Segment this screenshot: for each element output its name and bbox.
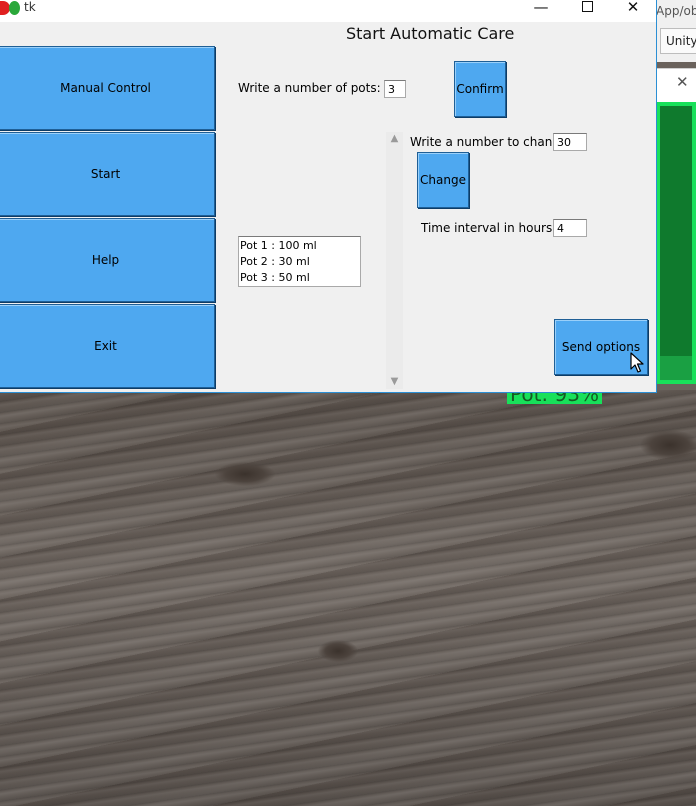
- maximize-button[interactable]: [564, 0, 610, 22]
- start-button[interactable]: Start: [0, 132, 215, 216]
- tk-feather-icon: [0, 1, 20, 15]
- detected-pot-region: [660, 356, 692, 380]
- title-bar[interactable]: tk — ✕: [0, 0, 656, 22]
- options-scrollbar[interactable]: ▲ ▼: [386, 132, 403, 389]
- background-path-text: App/ob: [656, 4, 696, 18]
- pot-volume-list[interactable]: Pot 1 : 100 ml Pot 2 : 30 ml Pot 3 : 50 …: [238, 236, 361, 287]
- pots-count-label: Write a number of pots:: [238, 81, 381, 95]
- close-button[interactable]: ✕: [610, 0, 656, 22]
- background-unity-tab[interactable]: Unity: [660, 28, 696, 54]
- manual-control-button[interactable]: Manual Control: [0, 46, 215, 130]
- help-button[interactable]: Help: [0, 218, 215, 302]
- scroll-up-icon[interactable]: ▲: [386, 132, 403, 146]
- camera-detection-box: [656, 102, 696, 384]
- time-interval-label: Time interval in hours:: [421, 221, 557, 235]
- app-window: tk — ✕ Manual Control Start Help Exit St…: [0, 0, 657, 393]
- close-icon: ✕: [626, 0, 640, 16]
- list-item[interactable]: Pot 2 : 30 ml: [240, 254, 359, 270]
- exit-button[interactable]: Exit: [0, 304, 215, 388]
- change-button[interactable]: Change: [417, 152, 469, 208]
- maximize-icon: [581, 1, 593, 12]
- minimize-button[interactable]: —: [518, 0, 564, 22]
- page-title: Start Automatic Care: [346, 24, 515, 43]
- list-item[interactable]: Pot 3 : 50 ml: [240, 270, 359, 286]
- pots-count-input[interactable]: [384, 80, 406, 98]
- scroll-down-icon[interactable]: ▼: [386, 375, 403, 389]
- minimize-icon: —: [533, 0, 549, 16]
- camera-feed-background: [0, 390, 696, 806]
- background-close-icon[interactable]: ✕: [676, 73, 689, 91]
- window-title: tk: [24, 0, 36, 14]
- change-amount-input[interactable]: [553, 133, 587, 151]
- wood-knot: [640, 430, 696, 460]
- wood-knot: [215, 462, 275, 486]
- change-amount-label: Write a number to change:: [410, 135, 572, 149]
- mouse-cursor-icon: [630, 352, 644, 373]
- list-item[interactable]: Pot 1 : 100 ml: [240, 238, 359, 254]
- time-interval-input[interactable]: [553, 219, 587, 237]
- wood-knot: [318, 640, 358, 662]
- confirm-button[interactable]: Confirm: [454, 61, 506, 117]
